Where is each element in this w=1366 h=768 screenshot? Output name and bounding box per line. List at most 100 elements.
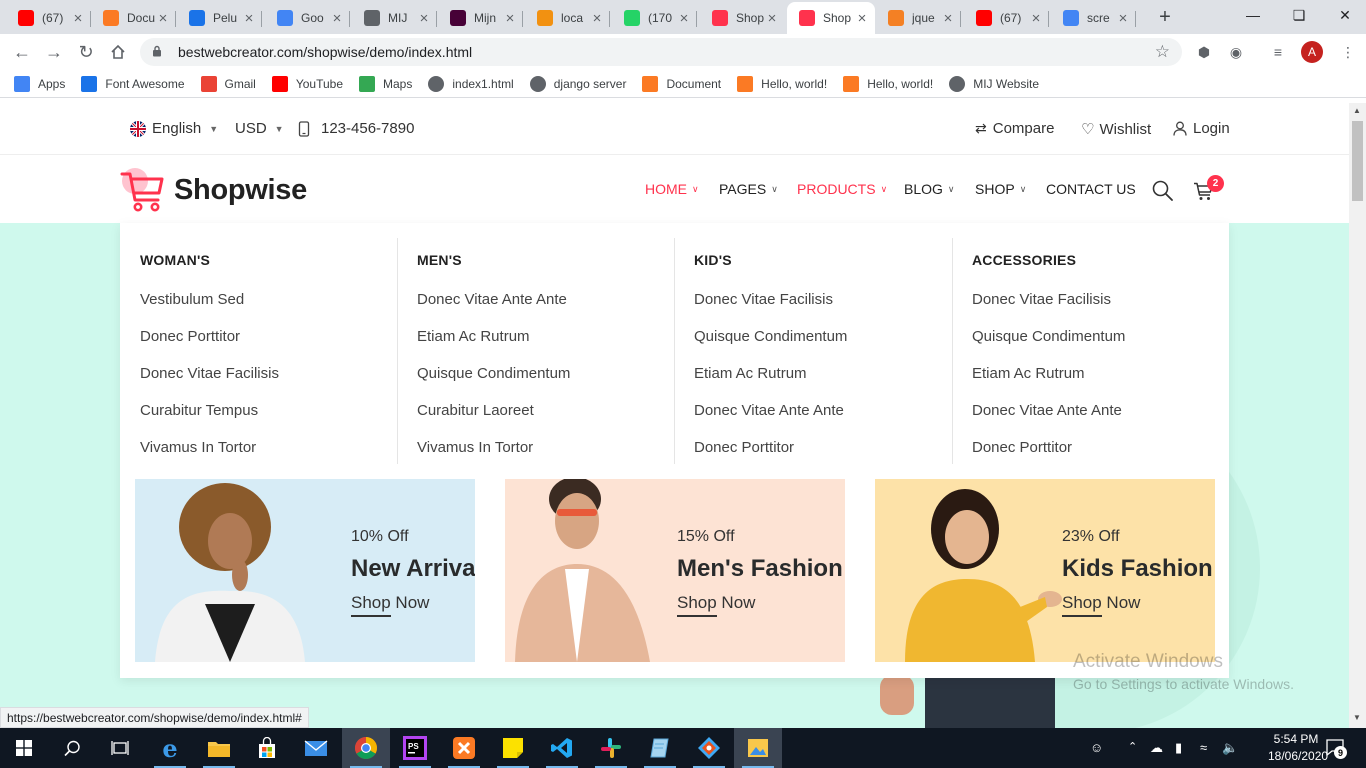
close-tab-icon[interactable]: ×: [677, 10, 691, 27]
bookmark-item[interactable]: Font Awesome: [81, 75, 185, 92]
page-scrollbar[interactable]: ▲ ▼: [1349, 103, 1366, 728]
search-taskbar-button[interactable]: [48, 728, 96, 768]
mail-app[interactable]: [292, 728, 340, 768]
mega-menu-link[interactable]: Etiam Ac Rutrum: [417, 328, 530, 345]
battery-icon[interactable]: ▮: [1175, 740, 1182, 756]
mega-menu-link[interactable]: Donec Vitae Facilisis: [694, 291, 833, 308]
close-tab-icon[interactable]: ×: [1116, 10, 1130, 27]
mega-menu-link[interactable]: Curabitur Laoreet: [417, 402, 534, 419]
media-control-icon[interactable]: ≡: [1268, 42, 1288, 62]
mega-menu-link[interactable]: Donec Vitae Ante Ante: [417, 291, 567, 308]
nav-item-pages[interactable]: PAGES ∨: [719, 181, 778, 197]
browser-tab[interactable]: loca ×: [525, 2, 610, 34]
bookmark-item[interactable]: YouTube: [271, 75, 343, 92]
bookmark-item[interactable]: Maps: [359, 75, 412, 92]
chrome-app[interactable]: [342, 728, 390, 768]
mega-menu-link[interactable]: Donec Vitae Facilisis: [972, 291, 1111, 308]
shop-now-link[interactable]: Shop Now: [1062, 593, 1140, 613]
mega-menu-link[interactable]: Donec Porttitor: [694, 439, 794, 456]
mega-menu-link[interactable]: Quisque Condimentum: [694, 328, 847, 345]
close-tab-icon[interactable]: ×: [71, 10, 85, 27]
nav-item-home[interactable]: HOME ∨: [645, 181, 699, 197]
sticky-notes-app[interactable]: [489, 728, 537, 768]
extension-cube-icon[interactable]: ⬢: [1194, 42, 1214, 62]
browser-tab[interactable]: MIJ ×: [352, 2, 437, 34]
close-tab-icon[interactable]: ×: [855, 10, 869, 27]
browser-tab[interactable]: Docu ×: [91, 2, 176, 34]
bookmark-item[interactable]: django server: [529, 75, 626, 92]
bookmark-item[interactable]: Gmail: [200, 75, 256, 92]
start-button[interactable]: [0, 728, 48, 768]
mega-menu-link[interactable]: Quisque Condimentum: [972, 328, 1125, 345]
close-tab-icon[interactable]: ×: [156, 10, 170, 27]
mega-menu-link[interactable]: Etiam Ac Rutrum: [972, 365, 1085, 382]
nav-item-contact-us[interactable]: CONTACT US: [1046, 181, 1136, 197]
minimize-button[interactable]: —: [1230, 0, 1276, 30]
close-window-button[interactable]: ✕: [1322, 0, 1366, 30]
browser-tab[interactable]: (67) ×: [964, 2, 1049, 34]
mega-menu-link[interactable]: Etiam Ac Rutrum: [694, 365, 807, 382]
mega-menu-link[interactable]: Donec Porttitor: [140, 328, 240, 345]
browser-tab[interactable]: (67) ×: [6, 2, 91, 34]
git-tool-app[interactable]: [685, 728, 733, 768]
store-app[interactable]: [243, 728, 291, 768]
scroll-down-arrow-icon[interactable]: ▼: [1353, 713, 1361, 722]
close-tab-icon[interactable]: ×: [503, 10, 517, 27]
mega-menu-link[interactable]: Donec Vitae Facilisis: [140, 365, 279, 382]
scroll-up-arrow-icon[interactable]: ▲: [1353, 106, 1361, 115]
compare-link[interactable]: ⇄ Compare: [975, 120, 1054, 137]
shop-now-link[interactable]: Shop Now: [351, 593, 429, 613]
photos-app[interactable]: [734, 728, 782, 768]
notepad-app[interactable]: [636, 728, 684, 768]
close-tab-icon[interactable]: ×: [330, 10, 344, 27]
onedrive-cloud-icon[interactable]: ☁: [1150, 740, 1163, 756]
browser-tab[interactable]: Shop ×: [787, 2, 875, 34]
file-explorer-app[interactable]: [195, 728, 243, 768]
forward-button[interactable]: →: [42, 40, 66, 64]
shop-now-link[interactable]: Shop Now: [677, 593, 755, 613]
mega-menu-link[interactable]: Curabitur Tempus: [140, 402, 258, 419]
task-view-button[interactable]: [96, 728, 144, 768]
extension-gray-icon[interactable]: ◉: [1226, 42, 1246, 62]
bookmark-item[interactable]: Hello, world!: [737, 75, 827, 92]
close-tab-icon[interactable]: ×: [765, 10, 779, 27]
nav-item-shop[interactable]: SHOP ∨: [975, 181, 1026, 197]
mega-menu-link[interactable]: Donec Porttitor: [972, 439, 1072, 456]
browser-tab[interactable]: Goo ×: [265, 2, 350, 34]
home-button[interactable]: [106, 40, 130, 64]
mega-menu-link[interactable]: Vivamus In Tortor: [140, 439, 256, 456]
reload-button[interactable]: ↻: [74, 40, 98, 64]
nav-item-products[interactable]: PRODUCTS ∨: [797, 181, 887, 197]
bookmark-item[interactable]: MIJ Website: [949, 75, 1039, 92]
mega-menu-link[interactable]: Vivamus In Tortor: [417, 439, 533, 456]
promo-banner[interactable]: 23% Off Kids Fashion Shop Now: [875, 479, 1215, 662]
taskbar-clock[interactable]: 5:54 PM 18/06/2020: [1268, 731, 1328, 765]
back-button[interactable]: ←: [10, 40, 34, 64]
close-tab-icon[interactable]: ×: [590, 10, 604, 27]
bookmark-item[interactable]: Hello, world!: [843, 75, 933, 92]
browser-tab[interactable]: scre ×: [1051, 2, 1136, 34]
mega-menu-link[interactable]: Donec Vitae Ante Ante: [694, 402, 844, 419]
browser-tab[interactable]: (170 ×: [612, 2, 697, 34]
wishlist-link[interactable]: ♡ Wishlist: [1081, 120, 1151, 139]
new-tab-button[interactable]: +: [1155, 6, 1175, 29]
nav-item-blog[interactable]: BLOG ∨: [904, 181, 955, 197]
bookmark-item[interactable]: Document: [642, 75, 721, 92]
search-icon[interactable]: [1152, 180, 1173, 206]
close-tab-icon[interactable]: ×: [242, 10, 256, 27]
brand-logo[interactable]: Shopwise: [120, 166, 307, 214]
mega-menu-link[interactable]: Quisque Condimentum: [417, 365, 570, 382]
chrome-menu-icon[interactable]: ⋮: [1338, 42, 1358, 62]
browser-tab[interactable]: Shop ×: [700, 2, 785, 34]
browser-tab[interactable]: Mijn ×: [438, 2, 523, 34]
mega-menu-link[interactable]: Donec Vitae Ante Ante: [972, 402, 1122, 419]
people-icon[interactable]: ☺: [1090, 740, 1103, 755]
vscode-app[interactable]: [538, 728, 586, 768]
browser-tab[interactable]: Pelu ×: [177, 2, 262, 34]
xampp-app[interactable]: [440, 728, 488, 768]
omnibox[interactable]: bestwebcreator.com/shopwise/demo/index.h…: [140, 38, 1182, 66]
close-tab-icon[interactable]: ×: [941, 10, 955, 27]
promo-banner[interactable]: 15% Off Men's Fashion Shop Now: [505, 479, 845, 662]
bookmark-item[interactable]: index1.html: [428, 75, 514, 92]
edge-app[interactable]: e: [146, 728, 194, 768]
